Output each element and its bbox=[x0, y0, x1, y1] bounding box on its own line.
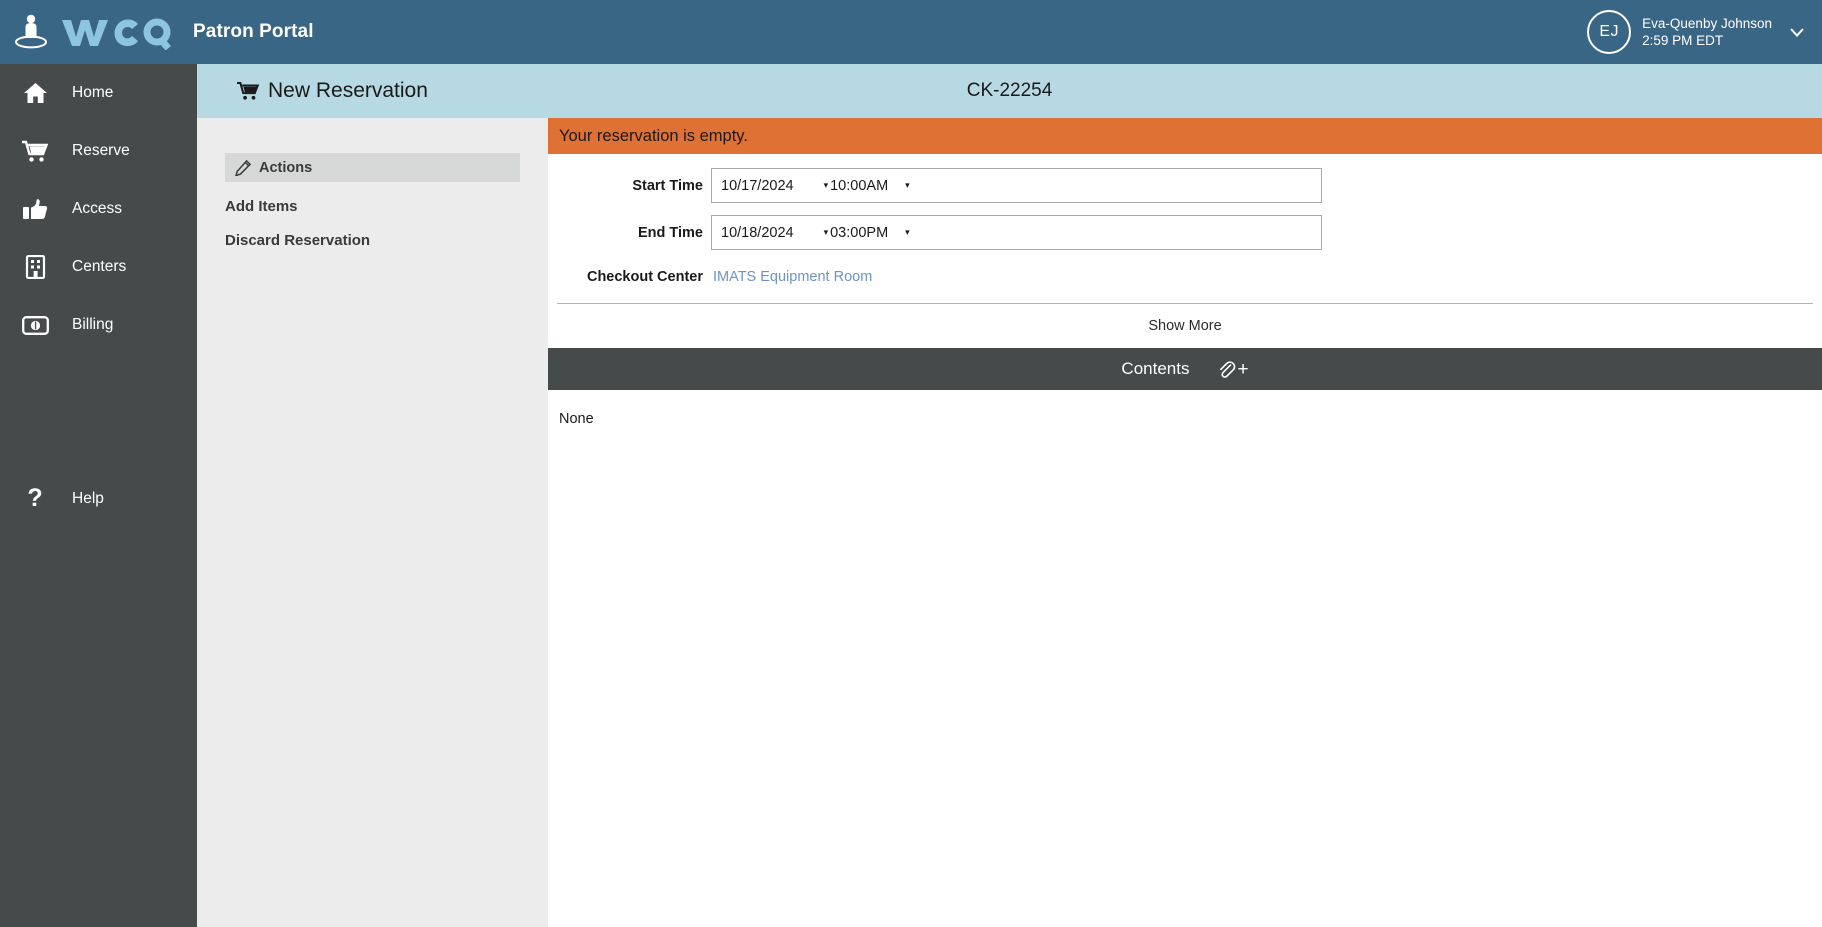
sidebar-item-label: Help bbox=[72, 490, 104, 507]
start-date-chevron-down-icon[interactable]: ▾ bbox=[824, 181, 829, 190]
brand-logo[interactable]: Patron Portal bbox=[10, 0, 314, 64]
main-content: Your reservation is empty. Start Time 10… bbox=[548, 118, 1822, 927]
add-items-link[interactable]: Add Items bbox=[225, 182, 520, 215]
page-title-text: New Reservation bbox=[268, 79, 428, 102]
top-bar: Patron Portal EJ Eva-Quenby Johnson 2:59… bbox=[0, 0, 1822, 64]
brand-subtitle: Patron Portal bbox=[193, 21, 314, 42]
shopping-cart-icon bbox=[237, 81, 259, 101]
user-time: 2:59 PM EDT bbox=[1642, 33, 1724, 48]
shopping-cart-icon bbox=[18, 140, 52, 163]
sidebar-item-label: Billing bbox=[72, 316, 114, 333]
building-icon bbox=[18, 255, 52, 279]
start-time-row: Start Time 10/17/2024 ▾ 10:00AM ▾ bbox=[548, 162, 1822, 209]
page-title: New Reservation bbox=[237, 64, 428, 118]
reservation-code: CK-22254 bbox=[966, 80, 1053, 101]
start-time-value[interactable]: 10:00AM bbox=[830, 178, 888, 194]
start-time-chevron-down-icon[interactable]: ▾ bbox=[905, 181, 910, 190]
sidebar-item-access[interactable]: Access bbox=[0, 180, 197, 238]
end-date-chevron-down-icon[interactable]: ▾ bbox=[824, 228, 829, 237]
discard-reservation-link[interactable]: Discard Reservation bbox=[225, 215, 520, 249]
checkout-center-row: Checkout Center IMATS Equipment Room bbox=[548, 256, 1822, 298]
empty-reservation-alert: Your reservation is empty. bbox=[548, 118, 1822, 154]
actions-header[interactable]: Actions bbox=[225, 153, 520, 182]
actions-label: Actions bbox=[259, 159, 313, 176]
end-time-chevron-down-icon[interactable]: ▾ bbox=[905, 228, 910, 237]
sidebar-item-label: Centers bbox=[72, 258, 127, 275]
start-time-label: Start Time bbox=[632, 177, 703, 194]
pencil-icon bbox=[235, 159, 251, 176]
sidebar-item-home[interactable]: Home bbox=[0, 64, 197, 122]
home-icon bbox=[18, 82, 52, 105]
sidebar-item-billing[interactable]: Billing bbox=[0, 296, 197, 354]
end-time-label: End Time bbox=[638, 224, 703, 241]
checkout-center-label: Checkout Center bbox=[586, 269, 703, 285]
end-date-value[interactable]: 10/18/2024 bbox=[721, 225, 794, 241]
thumbs-up-icon bbox=[18, 198, 52, 221]
sidebar-item-reserve[interactable]: Reserve bbox=[0, 122, 197, 180]
end-time-value[interactable]: 03:00PM bbox=[830, 225, 888, 241]
contents-body: None bbox=[559, 411, 594, 427]
user-info: Eva-Quenby Johnson 2:59 PM EDT bbox=[1642, 15, 1772, 50]
start-date-value[interactable]: 10/17/2024 bbox=[721, 178, 794, 194]
sidebar-nav: Home Reserve Access Centers Billing ? He… bbox=[0, 64, 197, 927]
sidebar-item-help[interactable]: ? Help bbox=[0, 470, 197, 528]
end-time-row: End Time 10/18/2024 ▾ 03:00PM ▾ bbox=[548, 209, 1822, 256]
svg-text:?: ? bbox=[27, 486, 42, 512]
person-in-circle-logo bbox=[10, 11, 54, 53]
actions-panel: Actions Add Items Discard Reservation bbox=[197, 118, 548, 927]
start-time-field[interactable]: 10/17/2024 ▾ 10:00AM ▾ bbox=[711, 168, 1322, 203]
question-mark-icon: ? bbox=[18, 486, 52, 512]
sidebar-item-label: Reserve bbox=[72, 142, 130, 159]
end-time-field[interactable]: 10/18/2024 ▾ 03:00PM ▾ bbox=[711, 215, 1322, 250]
avatar: EJ bbox=[1587, 10, 1632, 54]
show-more-button[interactable]: Show More bbox=[548, 304, 1822, 348]
user-name: Eva-Quenby Johnson bbox=[1642, 15, 1772, 31]
sidebar-item-label: Access bbox=[72, 200, 122, 217]
contents-header: Contents + bbox=[548, 348, 1822, 390]
brand-wordmark bbox=[60, 14, 182, 50]
money-bill-icon bbox=[18, 315, 52, 335]
plus-sign: + bbox=[1237, 358, 1249, 380]
chevron-down-icon[interactable] bbox=[1788, 23, 1806, 41]
sidebar-item-centers[interactable]: Centers bbox=[0, 238, 197, 296]
page-header: CK-22254 New Reservation bbox=[197, 64, 1822, 118]
reservation-form: Start Time 10/17/2024 ▾ 10:00AM ▾ End Ti… bbox=[548, 154, 1822, 348]
user-menu[interactable]: EJ Eva-Quenby Johnson 2:59 PM EDT bbox=[1587, 0, 1812, 64]
checkout-center-value[interactable]: IMATS Equipment Room bbox=[711, 269, 872, 285]
paperclip-plus-icon[interactable]: + bbox=[1217, 358, 1249, 380]
sidebar-item-label: Home bbox=[72, 84, 114, 101]
contents-title: Contents bbox=[1121, 359, 1190, 378]
